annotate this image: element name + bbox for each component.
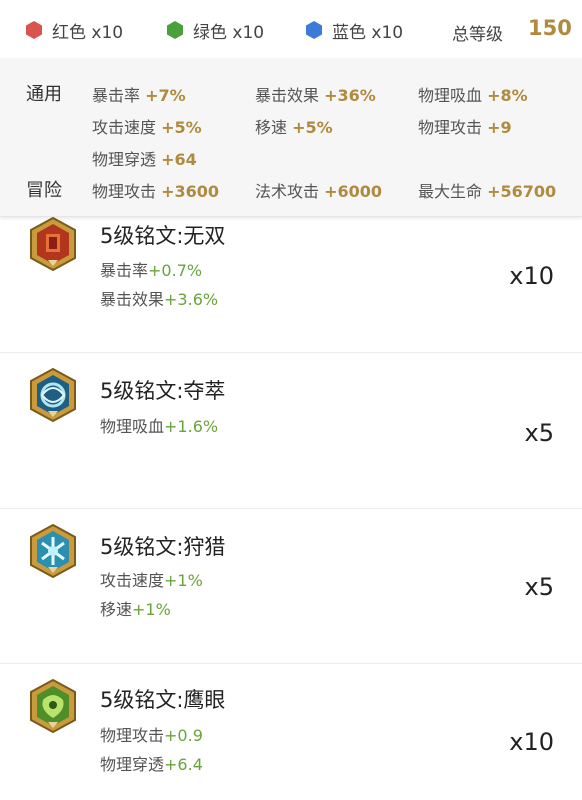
rune-stat: 物理穿透+6.4 xyxy=(100,751,203,775)
stat-value: +3.6% xyxy=(164,290,219,309)
green-hexagon-icon xyxy=(167,21,183,39)
stat-value: +1.6% xyxy=(164,417,219,436)
general-stat: 攻击速度 +5% xyxy=(92,114,202,138)
rune-count: x10 xyxy=(509,262,554,290)
total-level-value: 150 xyxy=(528,16,572,40)
stat-name: 物理攻击 xyxy=(418,118,483,137)
stat-value: +36% xyxy=(324,86,376,105)
red-gem-count: 红色 x10 xyxy=(24,18,124,43)
stat-value: +56700 xyxy=(487,182,557,201)
green-gem-label: 绿色 x10 xyxy=(193,22,265,43)
stat-value: +64 xyxy=(161,150,197,169)
stat-value: +1% xyxy=(132,600,171,619)
stat-name: 暴击效果 xyxy=(255,86,320,105)
stat-name: 攻击速度 xyxy=(100,571,165,590)
rune-stat: 攻击速度+1% xyxy=(100,567,203,591)
blue-gem-count: 蓝色 x10 xyxy=(304,18,404,43)
green-rune-icon xyxy=(30,678,76,734)
blue-rune-icon xyxy=(30,367,76,423)
stat-name: 物理吸血 xyxy=(418,86,483,105)
general-stat: 暴击率 +7% xyxy=(92,82,186,106)
rune-stat: 物理攻击+0.9 xyxy=(100,722,203,746)
rune-title: 5级铭文:夺萃 xyxy=(100,379,226,403)
red-gem-label: 红色 x10 xyxy=(52,22,124,43)
stats-panel: 通用 暴击率 +7% 暴击效果 +36% 物理吸血 +8% 攻击速度 +5% 移… xyxy=(0,58,582,217)
stat-value: +6.4 xyxy=(164,755,203,774)
rune-title: 5级铭文:狩猎 xyxy=(100,535,226,559)
stat-name: 移速 xyxy=(255,118,288,137)
rune-title: 5级铭文:鹰眼 xyxy=(100,688,226,712)
rune-list-item[interactable]: 5级铭文:夺萃 物理吸血+1.6% x5 xyxy=(0,353,582,509)
rune-list-item[interactable]: 5级铭文:无双 暴击率+0.7% 暴击效果+3.6% x10 xyxy=(0,200,582,353)
rune-title: 5级铭文:无双 xyxy=(100,224,226,248)
red-hexagon-icon xyxy=(26,21,42,39)
rune-summary-bar: 红色 x10 绿色 x10 蓝色 x10 总等级 150 xyxy=(0,0,582,58)
general-stat: 物理吸血 +8% xyxy=(418,82,528,106)
stat-value: +5% xyxy=(292,118,333,137)
stat-name: 暴击率 xyxy=(100,261,149,280)
stat-name: 最大生命 xyxy=(418,182,483,201)
rune-list-item[interactable]: 5级铭文:狩猎 攻击速度+1% 移速+1% x5 xyxy=(0,509,582,664)
green-gem-count: 绿色 x10 xyxy=(165,18,265,43)
stat-value: +3600 xyxy=(161,182,220,201)
stat-value: +9 xyxy=(487,118,512,137)
stat-name: 法术攻击 xyxy=(255,182,320,201)
general-stat: 暴击效果 +36% xyxy=(255,82,376,106)
total-level-label: 总等级 xyxy=(452,25,503,45)
rune-stat: 暴击率+0.7% xyxy=(100,257,202,281)
rune-count: x5 xyxy=(524,573,554,601)
rune-stat: 暴击效果+3.6% xyxy=(100,286,218,310)
blue-gem-label: 蓝色 x10 xyxy=(332,22,404,43)
stat-name: 物理穿透 xyxy=(92,150,157,169)
stat-name: 移速 xyxy=(100,600,133,619)
stat-value: +0.9 xyxy=(164,726,203,745)
stat-name: 攻击速度 xyxy=(92,118,157,137)
stat-value: +1% xyxy=(164,571,203,590)
stat-name: 物理攻击 xyxy=(92,182,157,201)
red-rune-icon xyxy=(30,216,76,272)
stat-name: 物理吸血 xyxy=(100,417,165,436)
adventure-section-label: 冒险 xyxy=(26,180,62,201)
general-stat: 移速 +5% xyxy=(255,114,333,138)
stat-name: 暴击率 xyxy=(92,86,141,105)
blue-hexagon-icon xyxy=(306,21,322,39)
stat-name: 物理穿透 xyxy=(100,755,165,774)
stat-value: +5% xyxy=(161,118,202,137)
rune-stat: 物理吸血+1.6% xyxy=(100,413,218,437)
general-stat: 物理穿透 +64 xyxy=(92,146,197,170)
adventure-stat: 物理攻击 +3600 xyxy=(92,178,219,202)
rune-list-item[interactable]: 5级铭文:鹰眼 物理攻击+0.9 物理穿透+6.4 x10 xyxy=(0,664,582,800)
adventure-stat: 法术攻击 +6000 xyxy=(255,178,382,202)
blue-rune-icon xyxy=(30,523,76,579)
stat-value: +7% xyxy=(145,86,186,105)
stat-value: +6000 xyxy=(324,182,383,201)
adventure-stat: 最大生命 +56700 xyxy=(418,178,556,202)
general-stat: 物理攻击 +9 xyxy=(418,114,512,138)
stat-value: +0.7% xyxy=(148,261,203,280)
stat-name: 暴击效果 xyxy=(100,290,165,309)
rune-count: x10 xyxy=(509,728,554,756)
stat-value: +8% xyxy=(487,86,528,105)
rune-count: x5 xyxy=(524,419,554,447)
stat-name: 物理攻击 xyxy=(100,726,165,745)
rune-stat: 移速+1% xyxy=(100,596,171,620)
general-section-label: 通用 xyxy=(26,84,62,105)
